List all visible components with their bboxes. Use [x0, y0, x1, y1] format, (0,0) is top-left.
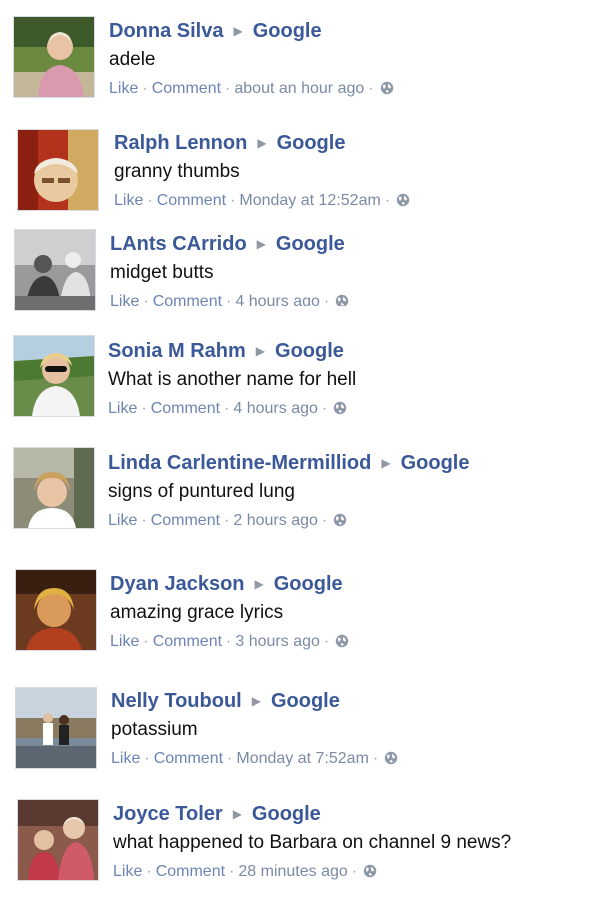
timestamp[interactable]: 28 minutes ago	[238, 863, 347, 880]
author-name[interactable]: Sonia M Rahm	[108, 340, 246, 362]
author-name[interactable]: Dyan Jackson	[110, 573, 245, 595]
arrow-right-icon: ▶	[232, 807, 242, 821]
author-name[interactable]: LAnts CArrido	[110, 233, 247, 255]
like-link[interactable]: Like	[113, 863, 142, 880]
like-link[interactable]: Like	[109, 80, 138, 97]
target-name[interactable]: Google	[276, 233, 345, 255]
globe-icon	[385, 751, 398, 765]
avatar[interactable]	[17, 799, 99, 881]
post-text: adele	[109, 49, 156, 70]
timestamp[interactable]: 4 hours ago	[233, 400, 318, 417]
comment-link[interactable]: Comment	[151, 512, 220, 529]
comment-link[interactable]: Comment	[151, 400, 220, 417]
target-name[interactable]: Google	[277, 132, 346, 154]
arrow-right-icon: ▶	[254, 577, 264, 591]
avatar[interactable]	[13, 16, 95, 98]
avatar[interactable]	[15, 569, 97, 651]
comment-link[interactable]: Comment	[153, 293, 222, 306]
like-link[interactable]: Like	[110, 633, 139, 650]
author-name[interactable]: Nelly Touboul	[111, 690, 242, 712]
like-link[interactable]: Like	[108, 512, 137, 529]
globe-icon	[336, 634, 349, 648]
comment-link[interactable]: Comment	[153, 633, 222, 650]
target-name[interactable]: Google	[275, 340, 344, 362]
post-text: potassium	[111, 719, 198, 740]
like-link[interactable]: Like	[108, 400, 137, 417]
globe-icon	[380, 81, 393, 95]
like-link[interactable]: Like	[114, 192, 143, 209]
post-text: What is another name for hell	[108, 369, 357, 390]
comment-link[interactable]: Comment	[157, 192, 226, 209]
author-name[interactable]: Donna Silva	[109, 20, 223, 42]
post-text: midget butts	[110, 262, 214, 283]
arrow-right-icon: ▶	[251, 694, 261, 708]
arrow-right-icon: ▶	[256, 237, 266, 251]
avatar[interactable]	[17, 129, 99, 211]
avatar[interactable]	[13, 447, 95, 529]
globe-icon	[336, 294, 349, 306]
timestamp[interactable]: Monday at 7:52am	[236, 750, 369, 767]
arrow-right-icon: ▶	[257, 136, 267, 150]
timestamp[interactable]: about an hour ago	[234, 80, 364, 97]
arrow-right-icon: ▶	[381, 456, 391, 470]
like-link[interactable]: Like	[110, 293, 139, 306]
author-name[interactable]: Linda Carlentine-Mermilliod	[108, 452, 371, 474]
post-text: granny thumbs	[114, 161, 240, 182]
target-name[interactable]: Google	[253, 20, 322, 42]
like-link[interactable]: Like	[111, 750, 140, 767]
timestamp[interactable]: Monday at 12:52am	[239, 192, 380, 209]
activity-feed: Donna Silva ▶ Google adele Like · Comment · ab…	[0, 0, 605, 898]
globe-icon	[363, 864, 377, 878]
arrow-right-icon: ▶	[233, 24, 243, 38]
author-name[interactable]: Joyce Toler	[113, 803, 223, 825]
comment-link[interactable]: Comment	[156, 863, 225, 880]
arrow-right-icon: ▶	[255, 344, 266, 358]
avatar[interactable]	[14, 229, 96, 311]
globe-icon	[334, 513, 347, 527]
post-text: amazing grace lyrics	[110, 602, 284, 623]
globe-icon	[334, 401, 347, 415]
post-text: what happened to Barbara on channel 9 ne…	[113, 832, 512, 853]
post-text: signs of puntured lung	[108, 481, 295, 502]
target-name[interactable]: Google	[401, 452, 470, 474]
timestamp[interactable]: 3 hours ago	[235, 633, 320, 650]
target-name[interactable]: Google	[271, 690, 340, 712]
avatar[interactable]	[13, 335, 95, 417]
timestamp[interactable]: 2 hours ago	[233, 512, 318, 529]
comment-link[interactable]: Comment	[152, 80, 221, 97]
target-name[interactable]: Google	[274, 573, 343, 595]
author-name[interactable]: Ralph Lennon	[114, 132, 247, 154]
globe-icon	[396, 193, 410, 207]
comment-link[interactable]: Comment	[154, 750, 223, 767]
timestamp[interactable]: 4 hours ago	[235, 293, 320, 306]
target-name[interactable]: Google	[252, 803, 321, 825]
avatar[interactable]	[15, 687, 97, 769]
